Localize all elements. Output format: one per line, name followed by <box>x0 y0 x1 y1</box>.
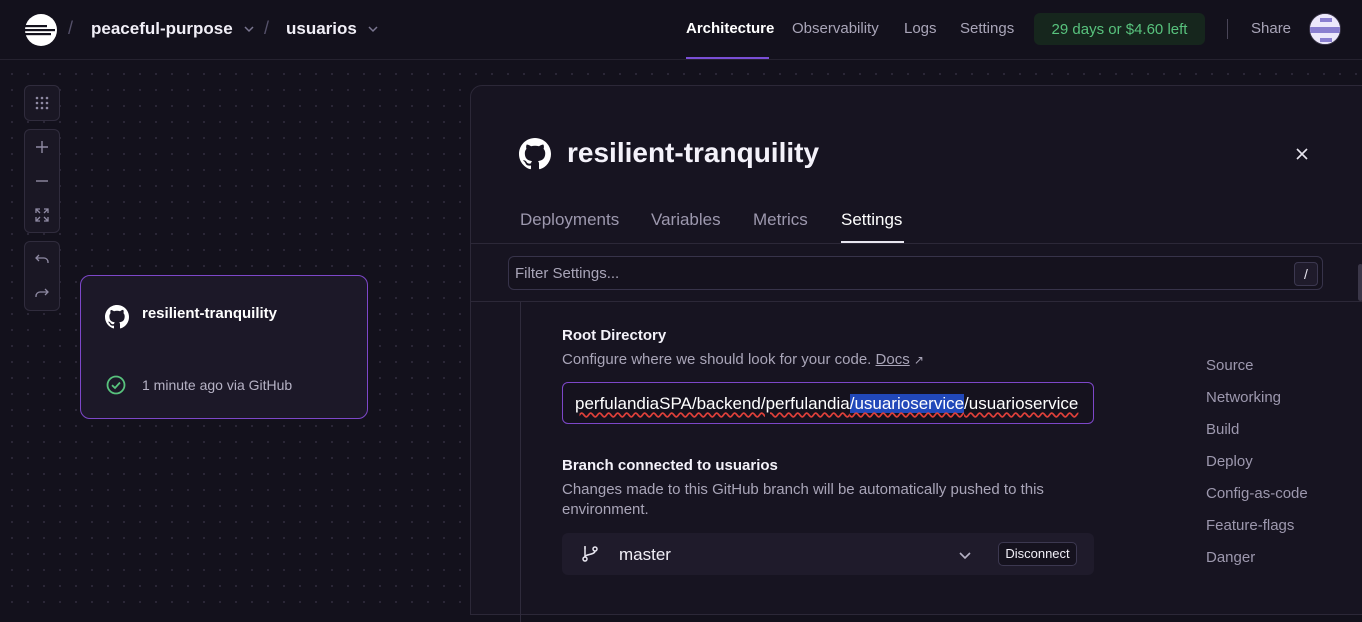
tab-metrics[interactable]: Metrics <box>753 210 808 230</box>
root-directory-value-suffix: /usuarioservice <box>964 394 1078 413</box>
zoom-in-button[interactable] <box>25 130 59 164</box>
fit-screen-icon <box>35 208 49 222</box>
project-name: peaceful-purpose <box>91 19 233 39</box>
side-nav-source[interactable]: Source <box>1206 357 1254 374</box>
root-directory-title: Root Directory <box>562 327 666 344</box>
disconnect-button[interactable]: Disconnect <box>998 542 1077 566</box>
root-directory-value-selected: /usuarioservice <box>850 394 964 413</box>
nav-settings[interactable]: Settings <box>960 20 1014 37</box>
close-icon <box>1296 148 1308 160</box>
deploy-status: 1 minute ago via GitHub <box>142 377 292 393</box>
grid-icon <box>35 96 49 110</box>
chevron-down-icon <box>367 23 379 35</box>
panel-title: resilient-tranquility <box>567 137 819 169</box>
breadcrumb-project[interactable]: peaceful-purpose <box>91 19 255 39</box>
divider <box>471 301 1362 302</box>
root-directory-input[interactable]: perfulandiaSPA/backend/perfulandia/usuar… <box>562 382 1094 424</box>
close-button[interactable] <box>1291 143 1313 165</box>
git-branch-icon <box>580 544 600 564</box>
tab-settings[interactable]: Settings <box>841 210 902 230</box>
zoom-tool-group <box>24 129 60 233</box>
branch-description-line1: Changes made to this GitHub branch will … <box>562 480 1044 500</box>
branch-description-line2: environment. <box>562 500 649 520</box>
scrollbar[interactable] <box>1358 264 1362 301</box>
side-nav-feature-flags[interactable]: Feature-flags <box>1206 517 1294 534</box>
active-nav-indicator <box>686 57 769 59</box>
root-directory-value-prefix: perfulandiaSPA/backend/perfulandia <box>575 394 850 413</box>
side-nav-build[interactable]: Build <box>1206 421 1239 438</box>
github-icon <box>105 305 129 329</box>
breadcrumb-environment[interactable]: usuarios <box>286 19 379 39</box>
zoom-out-button[interactable] <box>25 164 59 198</box>
side-nav-networking[interactable]: Networking <box>1206 389 1281 406</box>
root-directory-value: perfulandiaSPA/backend/perfulandia/usuar… <box>575 394 1078 414</box>
chevron-down-icon <box>243 23 255 35</box>
keyboard-shortcut-badge: / <box>1294 262 1318 286</box>
environment-name: usuarios <box>286 19 357 39</box>
service-panel: resilient-tranquility Deployments Variab… <box>470 85 1362 615</box>
redo-button[interactable] <box>25 276 59 310</box>
side-nav-danger[interactable]: Danger <box>1206 549 1255 566</box>
nav-logs[interactable]: Logs <box>904 20 937 37</box>
breadcrumb-separator: / <box>264 18 269 39</box>
divider <box>471 243 1362 244</box>
grid-tool-group <box>24 85 60 121</box>
service-card-title: resilient-tranquility <box>142 305 277 322</box>
branch-title: Branch connected to usuarios <box>562 457 778 474</box>
github-icon <box>519 138 551 170</box>
fit-screen-button[interactable] <box>25 198 59 232</box>
tab-variables[interactable]: Variables <box>651 210 721 230</box>
docs-link[interactable]: Docs <box>876 351 910 368</box>
tab-deployments[interactable]: Deployments <box>520 210 619 230</box>
redo-icon <box>35 286 49 300</box>
railway-logo-icon[interactable] <box>24 13 58 47</box>
check-circle-icon <box>105 374 127 396</box>
grid-button[interactable] <box>25 86 59 120</box>
divider <box>1227 19 1228 39</box>
zoom-in-icon <box>35 140 49 154</box>
zoom-out-icon <box>35 174 49 188</box>
top-bar: / peaceful-purpose / usuarios Architectu… <box>0 0 1362 60</box>
side-nav-deploy[interactable]: Deploy <box>1206 453 1253 470</box>
avatar-pattern-icon <box>1310 14 1341 45</box>
branch-name: master <box>619 545 671 565</box>
nav-architecture[interactable]: Architecture <box>686 20 774 37</box>
side-nav-config-as-code[interactable]: Config-as-code <box>1206 485 1308 502</box>
trial-badge[interactable]: 29 days or $4.60 left <box>1034 13 1205 45</box>
section-guide-line <box>520 302 521 622</box>
root-directory-description: Configure where we should look for your … <box>562 350 924 370</box>
breadcrumb-separator: / <box>68 18 73 39</box>
history-tool-group <box>24 241 60 311</box>
filter-settings: / <box>508 256 1323 290</box>
branch-selector[interactable]: master Disconnect <box>562 533 1094 575</box>
share-button[interactable]: Share <box>1251 20 1291 37</box>
undo-button[interactable] <box>25 242 59 276</box>
filter-settings-input[interactable] <box>515 257 1275 289</box>
root-directory-description-text: Configure where we should look for your … <box>562 351 871 368</box>
undo-icon <box>35 252 49 266</box>
avatar[interactable] <box>1309 13 1341 45</box>
service-card[interactable]: resilient-tranquility 1 minute ago via G… <box>80 275 368 419</box>
external-link-icon: ↗ <box>914 353 924 367</box>
chevron-down-icon[interactable] <box>958 548 972 562</box>
nav-observability[interactable]: Observability <box>792 20 879 37</box>
